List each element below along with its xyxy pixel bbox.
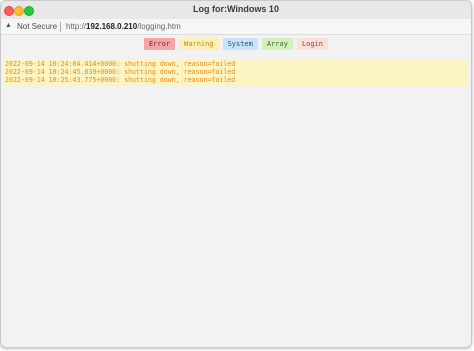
log-entries: 2022-09-14 10:24:04.414+0000: shutting d… — [3, 60, 467, 87]
filter-system-button[interactable]: System — [222, 38, 258, 50]
filter-error-button[interactable]: Error — [143, 38, 176, 50]
log-line: 2022-09-14 10:25:43.775+0000: shutting d… — [5, 75, 236, 84]
security-label: Not Secure — [17, 22, 58, 31]
url-host: 192.168.0.210 — [86, 22, 138, 31]
url-text[interactable]: http://192.168.0.210/logging.htm — [66, 22, 181, 31]
title-bar: Log for:Windows 10 — [1, 1, 471, 20]
address-divider — [60, 22, 61, 32]
warning-triangle-icon: ▲ — [5, 22, 12, 29]
filter-warning-button[interactable]: Warning — [179, 38, 219, 50]
url-scheme: http:// — [66, 22, 87, 31]
browser-window: Log for:Windows 10 ▲ Not Secure http://1… — [0, 0, 472, 348]
filter-login-button[interactable]: Login — [296, 38, 329, 50]
log-filter-bar: Error Warning System Array Login — [1, 38, 471, 50]
address-bar[interactable]: ▲ Not Secure http://192.168.0.210/loggin… — [1, 19, 471, 35]
page-content: Error Warning System Array Login 2022-09… — [1, 35, 471, 347]
url-path: /logging.htm — [137, 22, 181, 31]
filter-array-button[interactable]: Array — [261, 38, 293, 50]
window-title: Log for:Windows 10 — [193, 4, 279, 14]
